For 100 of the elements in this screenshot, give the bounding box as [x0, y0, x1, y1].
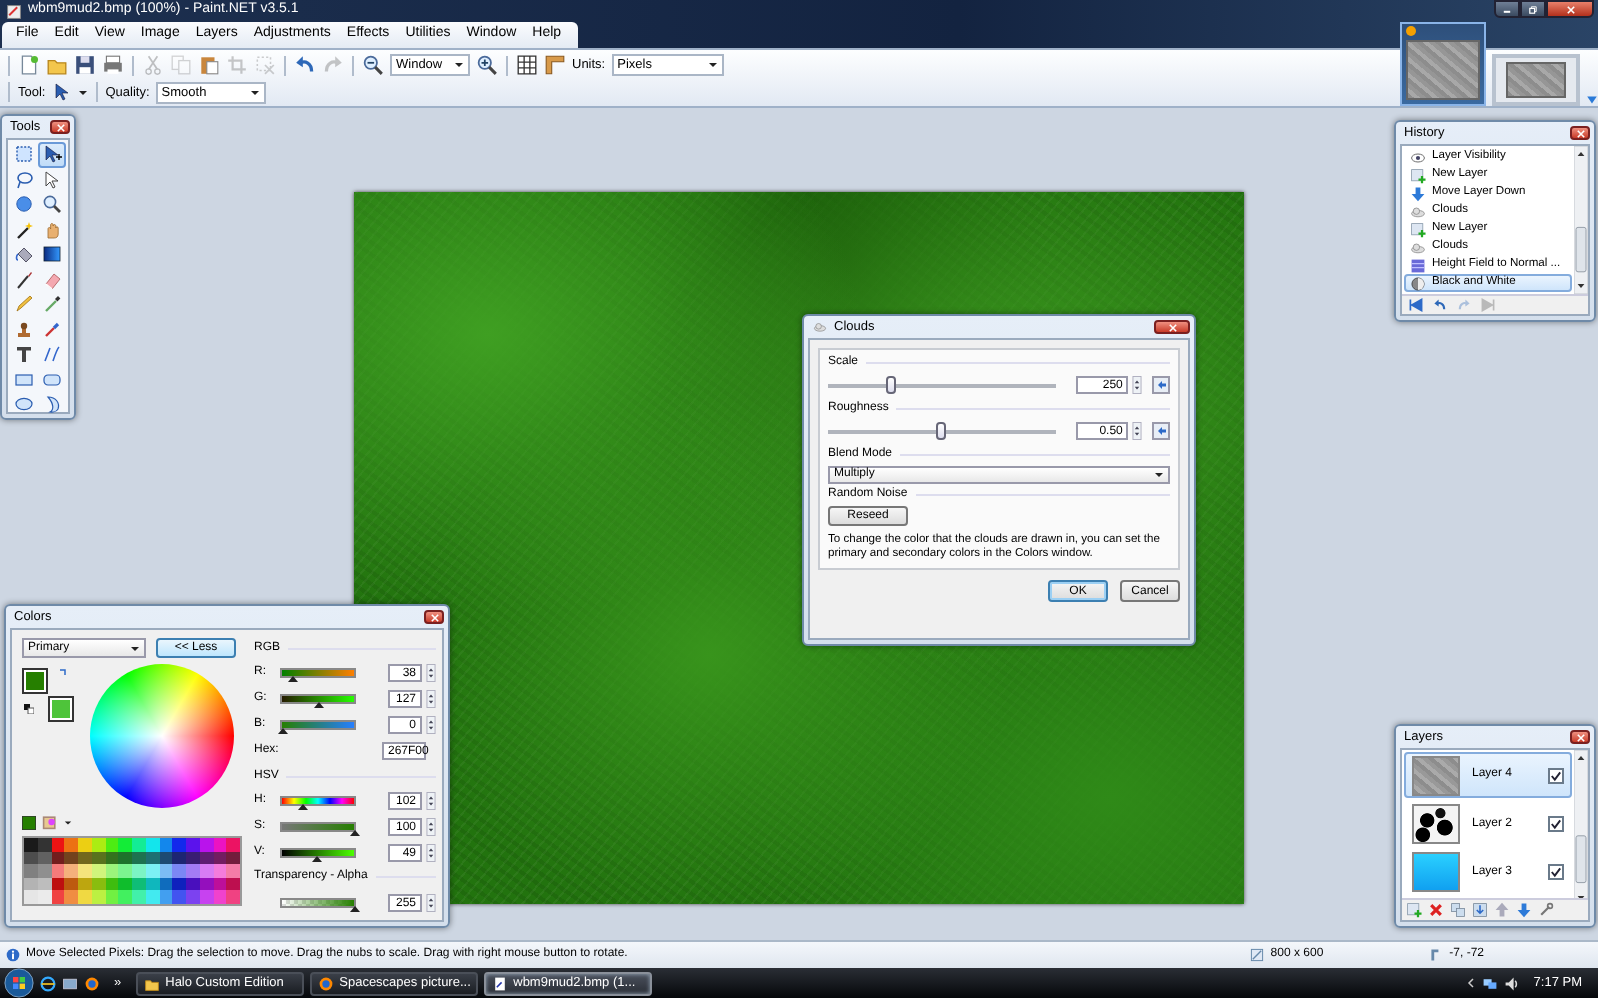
- channel-slider[interactable]: [280, 847, 356, 858]
- folder-icon: [143, 975, 160, 991]
- merge-down-icon[interactable]: [1472, 902, 1488, 918]
- close-button[interactable]: [1570, 730, 1590, 744]
- alpha-slider[interactable]: [280, 897, 356, 908]
- spinner-icon[interactable]: [426, 664, 436, 683]
- minimize-button[interactable]: [1494, 0, 1520, 18]
- eraser-icon: [42, 269, 62, 290]
- spinner-icon[interactable]: [426, 791, 436, 810]
- channel-slider[interactable]: [280, 795, 356, 806]
- image-thumbnail[interactable]: [1492, 54, 1580, 106]
- network-icon[interactable]: [1481, 975, 1498, 991]
- visibility-checkbox[interactable]: [1548, 767, 1564, 784]
- close-button[interactable]: [50, 120, 70, 134]
- copy-icon: [170, 54, 192, 77]
- close-button[interactable]: [1546, 0, 1594, 18]
- arrow-icon[interactable]: [51, 82, 72, 103]
- printer-icon: [102, 54, 124, 77]
- spinner-icon[interactable]: [426, 893, 436, 912]
- freeform-shape-icon: [42, 394, 62, 415]
- new-layer-icon[interactable]: [1406, 902, 1422, 918]
- paint-bucket-icon: [14, 244, 34, 265]
- new-file-button[interactable]: [18, 54, 40, 77]
- magic-wand-icon: [14, 219, 34, 240]
- floppy-disk-button[interactable]: [74, 54, 96, 77]
- start-button-icon[interactable]: [4, 968, 34, 998]
- layer-thumbnail: [1412, 852, 1460, 893]
- slider-thumb[interactable]: [885, 375, 896, 394]
- minimize-icon: [1502, 5, 1512, 13]
- clipboard-button[interactable]: [198, 54, 220, 77]
- new-file-icon: [18, 54, 40, 77]
- properties-icon[interactable]: [1538, 902, 1554, 918]
- folder-icon: [46, 54, 68, 77]
- down-arrow-icon[interactable]: [1516, 902, 1532, 918]
- spinner-icon[interactable]: [1132, 376, 1143, 395]
- chevron-icon[interactable]: [1465, 978, 1476, 988]
- tool-button[interactable]: [38, 192, 66, 217]
- close-icon: [1167, 323, 1177, 331]
- info-icon: [6, 948, 20, 962]
- undo-button[interactable]: [294, 54, 316, 77]
- tool-button[interactable]: [38, 242, 66, 267]
- reset-colors-icon[interactable]: [24, 704, 34, 714]
- app-icon: [6, 3, 22, 19]
- primary-color-swatch[interactable]: [22, 668, 48, 694]
- spinner-icon[interactable]: [1132, 422, 1143, 441]
- palette-icon[interactable]: [42, 814, 58, 830]
- channel-slider[interactable]: [280, 821, 356, 832]
- restore-icon: [1528, 5, 1538, 13]
- tool-button[interactable]: [10, 242, 38, 267]
- duplicate-icon[interactable]: [1450, 902, 1466, 918]
- ellipse-select-icon: [14, 194, 34, 215]
- spinner-icon[interactable]: [426, 843, 436, 862]
- visibility-checkbox[interactable]: [1548, 864, 1564, 881]
- rewind-icon[interactable]: [1408, 298, 1424, 312]
- text-tool-icon: [14, 344, 34, 365]
- visibility-checkbox[interactable]: [1548, 815, 1564, 832]
- caret-icon: [1154, 471, 1164, 478]
- spinner-icon[interactable]: [426, 716, 436, 735]
- undo-icon[interactable]: [1432, 298, 1448, 312]
- channel-slider[interactable]: [280, 720, 356, 731]
- add-color-icon[interactable]: [22, 815, 36, 829]
- desktop-icon[interactable]: [62, 975, 78, 991]
- cursor-position-icon: [1429, 948, 1444, 962]
- speaker-icon[interactable]: [1503, 975, 1520, 991]
- caret-icon[interactable]: [64, 819, 72, 825]
- close-button[interactable]: [1154, 320, 1190, 334]
- reset-button[interactable]: [1152, 376, 1170, 395]
- slider-thumb-icon[interactable]: [349, 905, 359, 912]
- document-icon: [491, 975, 508, 991]
- grid-icon[interactable]: [516, 54, 538, 77]
- bars-icon: [1410, 257, 1426, 273]
- slider-thumb-icon[interactable]: [277, 728, 287, 735]
- browser-icon[interactable]: [40, 975, 56, 991]
- channel-slider[interactable]: [280, 668, 356, 679]
- tool-button[interactable]: [38, 142, 66, 167]
- delete-icon[interactable]: [1428, 902, 1444, 918]
- close-button[interactable]: [424, 610, 444, 624]
- slider-thumb-icon[interactable]: [349, 829, 359, 836]
- caret-icon: [454, 62, 464, 69]
- color-palette[interactable]: [22, 836, 242, 905]
- slider-thumb[interactable]: [936, 421, 947, 440]
- layer-thumbnail: [1412, 755, 1460, 796]
- image-size-icon: [1250, 948, 1265, 962]
- maximize-button[interactable]: [1520, 0, 1546, 18]
- caret-icon: [77, 89, 88, 96]
- spinner-icon[interactable]: [426, 690, 436, 709]
- close-button[interactable]: [1570, 126, 1590, 140]
- spinner-icon[interactable]: [426, 817, 436, 836]
- image-thumbnail[interactable]: [1400, 22, 1486, 106]
- secondary-color-swatch[interactable]: [48, 696, 74, 722]
- arrow-icon: [42, 169, 62, 190]
- printer-button[interactable]: [102, 54, 124, 77]
- rectangle-select-icon: [14, 144, 34, 165]
- channel-slider[interactable]: [280, 694, 356, 705]
- lasso-icon: [14, 169, 34, 190]
- zoom-out-icon[interactable]: [362, 54, 384, 77]
- zoom-in-icon[interactable]: [476, 54, 498, 77]
- ruler-icon[interactable]: [544, 54, 566, 77]
- dropdown-arrow-icon[interactable]: [1586, 94, 1598, 106]
- reset-button[interactable]: [1152, 422, 1170, 441]
